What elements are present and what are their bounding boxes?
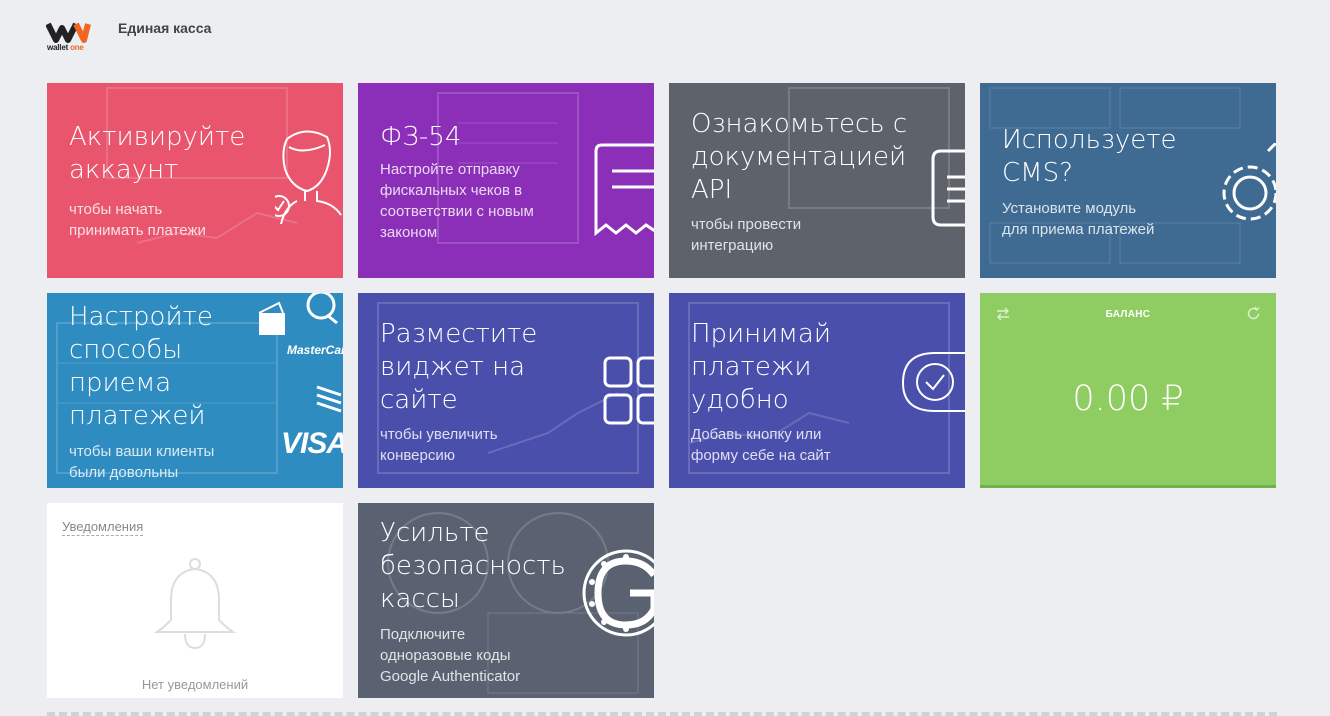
sberbank-icon	[316, 385, 342, 413]
notifications-label[interactable]: Уведомления	[62, 519, 144, 536]
tile-title: Ознакомьтесь с документацией API	[691, 109, 908, 205]
tile-subtitle: Подключите одноразовые коды Google Authent…	[380, 626, 521, 685]
refresh-icon[interactable]	[1246, 306, 1261, 321]
tile-balance[interactable]: БАЛАНС 0.00 ₽	[980, 293, 1276, 488]
tile-subtitle: Установите модуль для приема платежей	[1002, 200, 1155, 238]
app-title: Единая касса	[118, 20, 212, 36]
tile-cms[interactable]: Используете CMS? Установите модуль для при…	[980, 83, 1276, 278]
section-divider	[47, 712, 1277, 716]
tile-title: ФЗ-54	[380, 122, 462, 152]
tile-api-docs[interactable]: Ознакомьтесь с документацией API чтобы про…	[669, 83, 965, 278]
tile-title: Настройте способы приема платежей	[69, 302, 213, 431]
tile-subtitle: чтобы увеличить конверсию	[380, 426, 498, 464]
google-authenticator-icon	[582, 549, 654, 637]
tile-title: Принимай платежи удобно	[691, 319, 831, 415]
balance-value: 0.00 ₽	[1072, 379, 1184, 419]
bell-icon	[153, 558, 237, 650]
receipt-icon	[594, 143, 654, 237]
check-circle-icon	[901, 352, 965, 412]
tile-subtitle: чтобы провести интеграцию	[691, 216, 802, 254]
balance-label: БАЛАНС	[1105, 309, 1151, 320]
logo-text: wallet one	[47, 43, 84, 52]
tile-title: Усильте безопасность кассы	[380, 518, 566, 614]
tile-title: Активируйте аккаунт	[69, 122, 246, 185]
tile-subtitle: чтобы начать принимать платежи	[69, 201, 206, 239]
notifications-panel: Уведомления Нет уведомлений	[47, 503, 343, 698]
tile-accept-payments[interactable]: Принимай платежи удобно Добавь кнопку или ф…	[669, 293, 965, 488]
gear-icon	[1222, 143, 1276, 221]
header: wallet one Единая касса	[0, 0, 1330, 70]
tile-title: Разместите виджет на сайте	[380, 319, 538, 415]
grid-widget-icon	[603, 356, 654, 425]
visa-logo: VISA	[281, 427, 343, 460]
notifications-empty-text: Нет уведомлений	[141, 677, 249, 692]
tile-activate-account[interactable]: Активируйте аккаунт чтобы начать принимать…	[47, 83, 343, 278]
tile-subtitle: Настройте отправку фискальных чеков в соот…	[380, 161, 534, 241]
tile-fz54[interactable]: ФЗ-54 Настройте отправку фискальных чеков…	[358, 83, 654, 278]
tile-security[interactable]: Усильте безопасность кассы Подключите однор…	[358, 503, 654, 698]
tile-subtitle: Добавь кнопку или форму себе на сайт	[691, 426, 831, 464]
tile-title: Используете CMS?	[1002, 125, 1177, 188]
document-icon	[931, 149, 965, 227]
tile-subtitle: чтобы ваши клиенты были довольны	[69, 443, 215, 481]
user-check-icon	[275, 130, 342, 225]
tile-widget[interactable]: Разместите виджет на сайте чтобы увеличить…	[358, 293, 654, 488]
mastercard-logo: MasterCard	[287, 343, 343, 357]
qiwi-icon	[306, 293, 338, 325]
balance-bottom-bar	[980, 485, 1276, 488]
wallet-icon	[258, 301, 285, 335]
tile-payment-methods[interactable]: Настройте способы приема платежей чтобы ваш…	[47, 293, 343, 488]
